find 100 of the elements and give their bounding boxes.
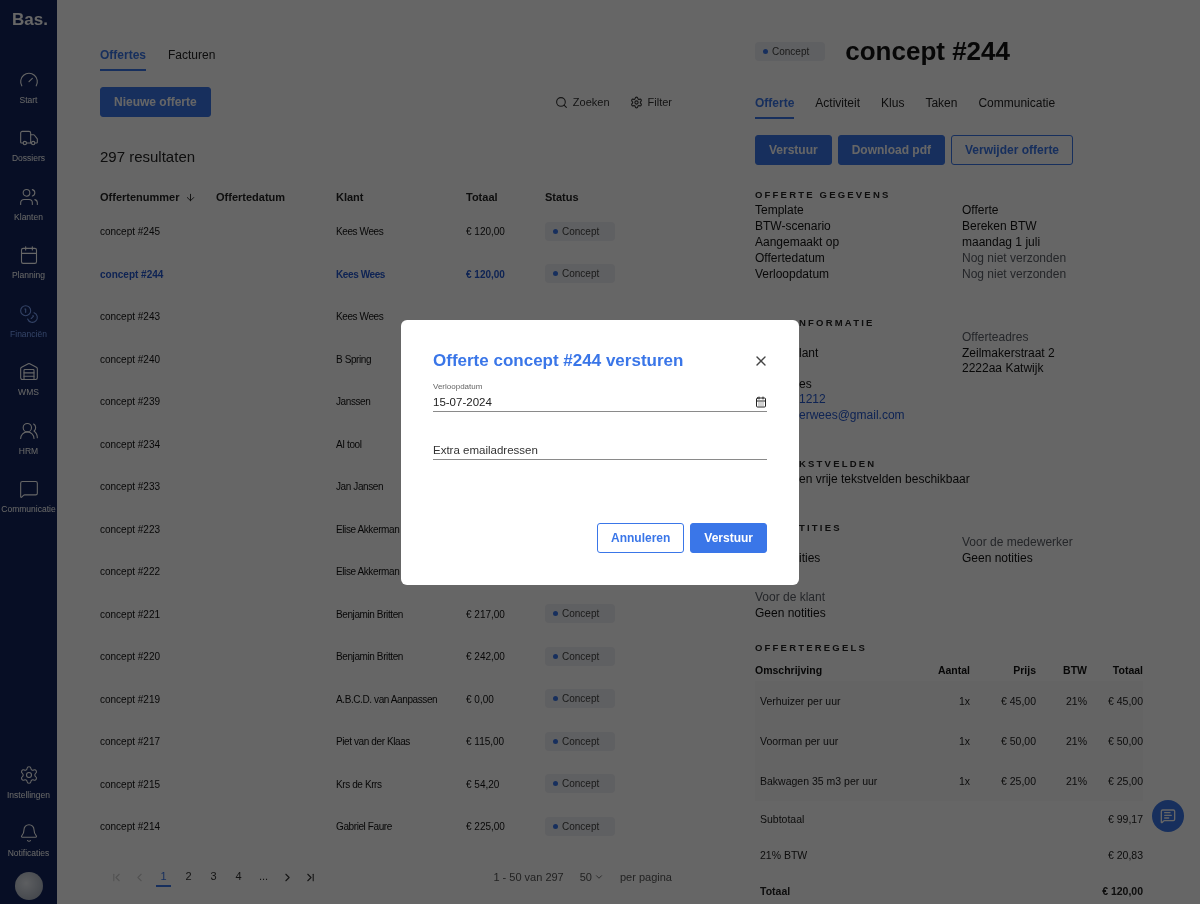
nav-item[interactable]: Communicatie (0, 467, 57, 526)
status-badge: Concept (545, 264, 616, 284)
new-quote-button[interactable]: Nieuwe offerte (100, 87, 211, 117)
search-button[interactable]: Zoeken (554, 95, 610, 109)
date-input[interactable]: 15-07-2024 (433, 395, 749, 408)
address-line: 2222aa Katwijk (962, 361, 1044, 375)
action-button[interactable]: Verstuur (755, 135, 832, 165)
line-vat: 21% (1065, 775, 1087, 787)
nav-item[interactable]: Planning (0, 233, 57, 292)
page-link[interactable]: 2 (181, 867, 196, 887)
tab[interactable]: Communicatie (978, 96, 1056, 119)
page-size-select[interactable]: 50 (579, 871, 604, 883)
client-name: AI tool (336, 438, 362, 450)
quote-number[interactable]: concept #244 (100, 268, 164, 280)
quote-number[interactable]: concept #217 (100, 736, 161, 748)
quote-number[interactable]: concept #234 (100, 438, 161, 450)
field-value: Bereken BTW (962, 219, 1037, 233)
action-button[interactable]: Verwijder offerte (951, 135, 1074, 165)
client-name: Kees Wees (336, 311, 384, 323)
line-vat: 21% (1065, 735, 1087, 747)
quote-number[interactable]: concept #245 (100, 226, 161, 238)
quote-number[interactable]: concept #220 (100, 651, 161, 663)
total-amount: € 242,00 (466, 651, 505, 663)
empty-message: en vrije tekstvelden beschikbaar (799, 472, 970, 486)
total-label: 21% BTW (760, 849, 808, 861)
tab[interactable]: Activiteit (815, 96, 861, 119)
quote-number[interactable]: concept #221 (100, 608, 161, 620)
send-button[interactable]: Verstuur (690, 523, 767, 553)
client-name: Krs de Krrs (336, 778, 382, 790)
line-description: Verhuizer per uur (759, 695, 842, 707)
client-name: Elise Akkerman (336, 523, 400, 535)
status-badge: Concept (545, 646, 616, 666)
customer-detail: lant (799, 345, 819, 360)
line-price: € 25,00 (999, 775, 1036, 787)
column-header[interactable]: Klant (336, 191, 364, 203)
filter-button[interactable]: Filter (629, 95, 672, 109)
column-header[interactable]: Offertedatum (216, 191, 286, 203)
field-label: Template (755, 203, 804, 217)
tab[interactable]: Offertes (100, 48, 146, 71)
page-range: 1 - 50 van 297 (493, 871, 564, 883)
nav-item[interactable]: HRM (0, 409, 57, 468)
quote-number[interactable]: concept #239 (100, 396, 161, 408)
per-page-label: per pagina (620, 871, 672, 883)
client-name: Benjamin Britten (336, 651, 403, 663)
nav-item[interactable]: Klanten (0, 175, 57, 234)
quote-number[interactable]: concept #223 (100, 523, 161, 535)
result-count: 297 resultaten (100, 148, 197, 165)
quote-number[interactable]: concept #233 (100, 481, 161, 493)
section-heading: TITIES (798, 521, 843, 535)
status-badge: Concept (545, 816, 616, 836)
field-value: Offerte (962, 203, 999, 217)
total-amount: € 0,00 (466, 693, 494, 705)
action-button[interactable]: Download pdf (837, 135, 945, 165)
page-link[interactable]: ... (256, 867, 271, 887)
tab[interactable]: Taken (925, 96, 958, 119)
total-amount: € 54,20 (466, 778, 500, 790)
section-heading: OFFERTE GEGEVENS (755, 188, 892, 202)
client-name: Janssen (336, 396, 371, 408)
tab[interactable]: Offerte (755, 96, 795, 119)
status-badge: Concept (545, 221, 616, 241)
nav-item[interactable]: Start (0, 58, 57, 117)
column-header[interactable]: Status (545, 191, 579, 203)
section-heading: NFORMATIE (798, 316, 876, 330)
tab[interactable]: Facturen (168, 48, 216, 71)
quote-number[interactable]: concept #219 (100, 693, 161, 705)
line-price: € 50,00 (999, 735, 1036, 747)
dialog-title: Offerte concept #244 versturen (433, 350, 684, 372)
line-description: Voorman per uur (759, 735, 840, 747)
quote-number[interactable]: concept #240 (100, 353, 161, 365)
quote-number[interactable]: concept #243 (100, 311, 161, 323)
status-badge: Concept (545, 604, 616, 624)
column-header[interactable]: Offertenummer (100, 191, 180, 203)
column-header: BTW (1062, 664, 1087, 676)
field-label: Verloopdatum (755, 267, 830, 281)
line-quantity: 1x (957, 775, 970, 787)
tab[interactable]: Klus (881, 96, 905, 119)
column-header[interactable]: Totaal (466, 191, 498, 203)
logo: Bas. (11, 9, 48, 31)
client-name: Kees Wees (336, 226, 384, 238)
email-input[interactable]: Extra emailadressen (433, 443, 767, 456)
page-link[interactable]: 4 (231, 867, 246, 887)
line-total: € 25,00 (1106, 775, 1143, 787)
page-link[interactable]: 1 (156, 867, 171, 887)
quote-number[interactable]: concept #215 (100, 778, 161, 790)
nav-item[interactable]: Notificaties (0, 811, 57, 870)
client-name: Kees Wees (336, 268, 386, 280)
nav-item[interactable]: WMS (0, 350, 57, 409)
field-label: Verloopdatum (433, 382, 483, 392)
quote-number[interactable]: concept #222 (100, 566, 161, 578)
quote-number[interactable]: concept #214 (100, 821, 161, 833)
nav-item[interactable]: Dossiers (0, 116, 57, 175)
field-label: Voor de medewerker (962, 535, 1074, 551)
note-text: Geen notities (962, 550, 1034, 566)
address-line: Zeilmakerstraat 2 (962, 345, 1055, 360)
note-text: Geen notities (755, 605, 827, 621)
page-link[interactable]: 3 (206, 867, 221, 887)
nav-item[interactable]: Instellingen (0, 753, 57, 812)
status-badge: Concept (545, 689, 616, 709)
status-badge: Concept (545, 774, 616, 794)
cancel-button[interactable]: Annuleren (596, 523, 685, 553)
